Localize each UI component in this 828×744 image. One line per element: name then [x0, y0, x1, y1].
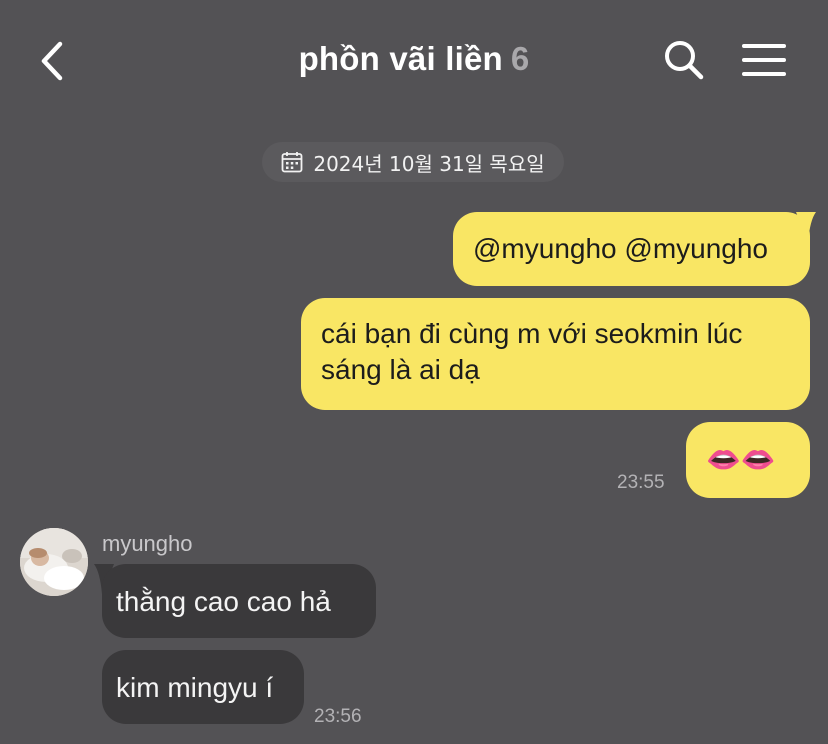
hamburger-menu-icon: [742, 44, 786, 76]
chat-header: phồn vãi liền 6: [0, 0, 828, 120]
message-text: @myungho @myungho: [473, 233, 768, 264]
chat-room-name: phồn vãi liền: [298, 40, 503, 77]
message-timestamp: 23:55: [617, 472, 665, 493]
avatar[interactable]: [20, 528, 88, 596]
date-separator: 2024년 10월 31일 목요일: [262, 142, 564, 182]
search-icon: [665, 41, 704, 80]
sender-name: myungho: [102, 531, 193, 556]
avatar-photo: [20, 528, 88, 596]
menu-button[interactable]: [742, 42, 786, 78]
date-text: 2024년 10월 31일 목요일: [313, 151, 545, 176]
outgoing-message[interactable]: cái bạn đi cùng m với seokmin lúc sáng l…: [301, 298, 810, 410]
outgoing-message[interactable]: 👄👄: [686, 422, 810, 498]
message-text: cái bạn đi cùng m với seokmin lúc sáng l…: [321, 318, 743, 385]
outgoing-message[interactable]: @myungho @myungho: [453, 212, 810, 286]
calendar-icon: [281, 152, 303, 173]
message-text: kim mingyu í: [116, 672, 274, 703]
message-timestamp: 23:56: [314, 706, 362, 727]
search-button[interactable]: [662, 38, 706, 82]
incoming-message[interactable]: kim mingyu í: [102, 650, 304, 724]
message-text: 👄👄: [706, 444, 776, 475]
member-count: 6: [510, 40, 530, 77]
message-text: thằng cao cao hả: [116, 586, 331, 617]
chat-screen: phồn vãi liền 6 2024년 10월 31일 목요일 @myung…: [0, 0, 828, 744]
incoming-message[interactable]: thằng cao cao hả: [102, 564, 376, 638]
